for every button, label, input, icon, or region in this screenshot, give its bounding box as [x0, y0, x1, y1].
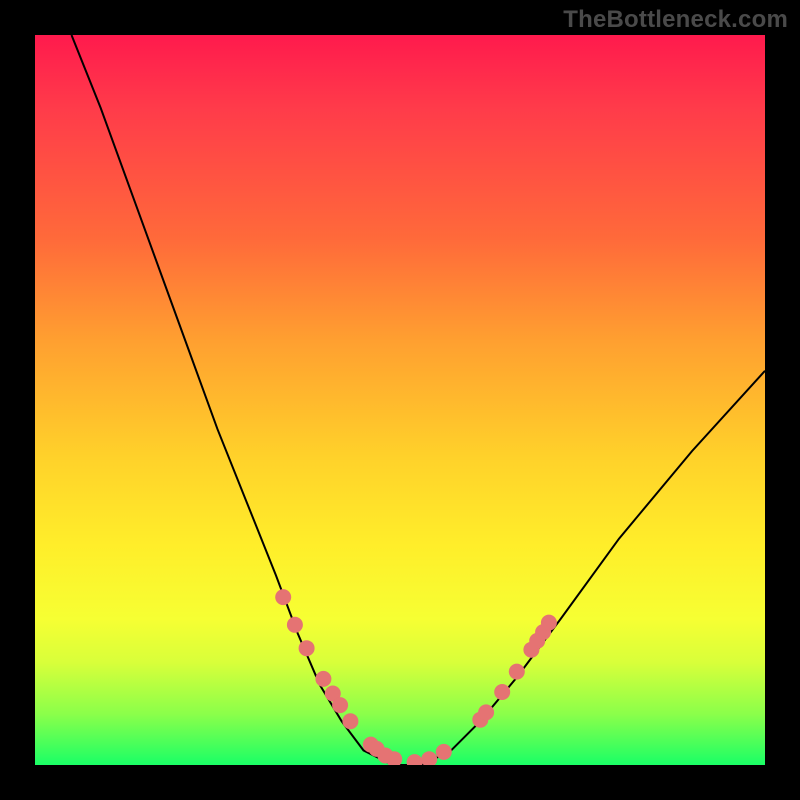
- watermark-text: TheBottleneck.com: [563, 6, 788, 34]
- plot-gradient-background: [35, 35, 765, 765]
- chart-frame: TheBottleneck.com: [0, 0, 800, 800]
